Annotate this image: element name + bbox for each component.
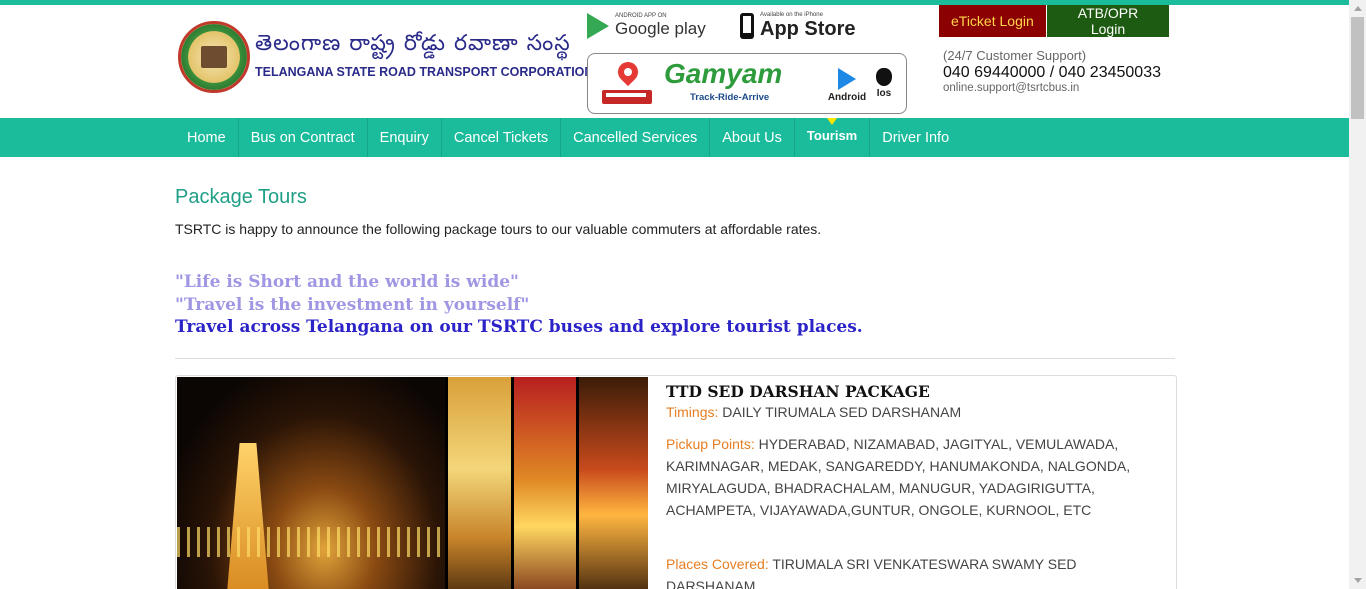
gamyam-app-banner[interactable]: Gamyam Track-Ride-Arrive Android Ios — [587, 53, 907, 114]
temple-lights — [177, 527, 445, 557]
nav-enquiry-label: Enquiry — [379, 129, 429, 146]
divider — [175, 358, 1175, 359]
collage-gap — [576, 377, 579, 589]
nav-bus-on-contract[interactable]: Bus on Contract — [239, 118, 368, 157]
nav-tourism-label: Tourism — [806, 128, 858, 143]
collage-strip-3 — [577, 377, 648, 589]
nav-about-us-label: About Us — [722, 129, 782, 146]
google-play-label: Google play — [615, 19, 706, 38]
gamyam-ios-label: Ios — [876, 88, 892, 99]
timings-value: DAILY TIRUMALA SED DARSHANAM — [722, 404, 962, 420]
header: తెలంగాణ రాష్ట్ర రోడ్డు రవాణా సంస్థ TELAN… — [0, 5, 1349, 118]
eticket-login-button[interactable]: eTicket Login — [939, 5, 1046, 37]
nav-enquiry[interactable]: Enquiry — [368, 118, 442, 157]
support-phone: 040 69440000 / 040 23450033 — [943, 64, 1161, 81]
quote-travel-investment: "Travel is the investment in yourself" — [175, 295, 530, 315]
timings-label: Timings: — [666, 404, 719, 420]
logo-emblem — [201, 46, 227, 68]
scrollbar-thumb[interactable] — [1351, 17, 1364, 119]
nav-cancel-tickets[interactable]: Cancel Tickets — [442, 118, 562, 157]
scroll-up-arrow-icon[interactable] — [1349, 0, 1366, 17]
pickup-label: Pickup Points: — [666, 436, 755, 452]
main-nav: Home Bus on Contract Enquiry Cancel Tick… — [0, 118, 1349, 157]
quote-life-short: "Life is Short and the world is wide" — [175, 272, 519, 292]
nav-about-us[interactable]: About Us — [710, 118, 795, 157]
gamyam-android-label: Android — [827, 92, 867, 103]
places-label: Places Covered: — [666, 556, 769, 572]
collage-strip-2 — [513, 377, 577, 589]
tirumala-temple-image — [177, 377, 648, 589]
quote-travel-telangana: Travel across Telangana on our TSRTC bus… — [175, 317, 863, 337]
app-store-link[interactable]: Available on the iPhone App Store — [740, 9, 856, 43]
google-play-link[interactable]: ANDROID APP ON Google play — [587, 9, 706, 43]
nav-home-label: Home — [187, 129, 226, 146]
nav-driver-info[interactable]: Driver Info — [870, 118, 961, 157]
nav-driver-info-label: Driver Info — [882, 129, 950, 146]
brand-telugu: తెలంగాణ రాష్ట్ర రోడ్డు రవాణా సంస్థ — [255, 31, 571, 56]
nav-bus-on-contract-label: Bus on Contract — [250, 129, 355, 146]
nav-tourism[interactable]: Tourism — [795, 118, 871, 157]
atb-opr-login-button[interactable]: ATB/OPR Login — [1047, 5, 1169, 37]
intro-text: TSRTC is happy to announce the following… — [175, 221, 822, 237]
nav-cancelled-services[interactable]: Cancelled Services — [561, 118, 711, 157]
google-play-icon — [587, 13, 609, 39]
tsrtc-logo[interactable] — [178, 21, 250, 93]
bus-icon — [602, 90, 652, 104]
vertical-scrollbar[interactable] — [1349, 0, 1366, 589]
scroll-down-arrow-icon[interactable] — [1349, 572, 1366, 589]
location-pin-icon — [613, 57, 643, 87]
support-email[interactable]: online.support@tsrtcbus.in — [943, 82, 1079, 94]
gamyam-android-link[interactable]: Android — [823, 68, 871, 103]
nav-cancelled-services-label: Cancelled Services — [573, 129, 698, 146]
android-play-icon — [838, 68, 856, 90]
collage-strip-1 — [445, 377, 513, 589]
nav-home[interactable]: Home — [175, 118, 239, 157]
collage-gap — [511, 377, 514, 589]
brand-english: TELANGANA STATE ROAD TRANSPORT CORPORATI… — [255, 65, 594, 79]
gamyam-ios-link[interactable]: Ios — [872, 68, 896, 99]
package-pickup-points: Pickup Points: HYDERABAD, NIZAMABAD, JAG… — [666, 433, 1136, 521]
gamyam-tagline: Track-Ride-Arrive — [690, 92, 770, 103]
temple-night-photo — [177, 377, 445, 589]
package-title: TTD SED DARSHAN PACKAGE — [666, 382, 930, 401]
page-title: Package Tours — [175, 186, 307, 208]
apple-icon — [876, 68, 892, 86]
nav-cancel-tickets-label: Cancel Tickets — [453, 129, 549, 146]
app-store-label: App Store — [760, 17, 856, 40]
collage-gap — [445, 377, 448, 589]
iphone-icon — [740, 13, 754, 39]
support-label: (24/7 Customer Support) — [943, 48, 1087, 63]
package-places-covered: Places Covered: TIRUMALA SRI VENKATESWAR… — [666, 553, 1136, 589]
gamyam-title: Gamyam — [664, 58, 783, 89]
package-card: TTD SED DARSHAN PACKAGE Timings: DAILY T… — [175, 375, 1177, 589]
package-timings: Timings: DAILY TIRUMALA SED DARSHANAM — [666, 401, 1136, 423]
